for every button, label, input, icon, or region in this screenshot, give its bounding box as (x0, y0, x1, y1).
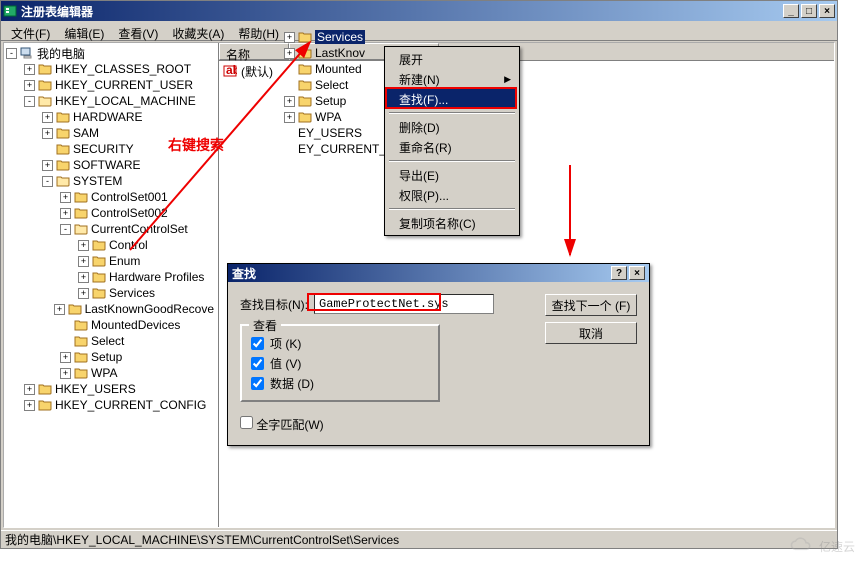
menu-file[interactable]: 文件(F) (5, 23, 56, 38)
titlebar: 注册表编辑器 _ □ × (1, 1, 837, 21)
tree-node-hardware-profiles[interactable]: +Hardware Profiles (4, 269, 218, 285)
ctx-sep (389, 160, 515, 162)
tree-node-hkey-users[interactable]: +HKEY_USERS (4, 381, 218, 397)
right-tree-6[interactable]: EY_USERS (284, 125, 390, 141)
find-next-button[interactable]: 查找下一个 (F) (545, 294, 637, 316)
tree-node-hkey-current-config[interactable]: +HKEY_CURRENT_CONFIG (4, 397, 218, 413)
ctx-[interactable]: 展开 (387, 49, 517, 69)
menu-favorites[interactable]: 收藏夹(A) (166, 23, 230, 38)
annotation-text: 右键搜索 (168, 135, 224, 155)
tree-node-wpa[interactable]: +WPA (4, 365, 218, 381)
right-tree-5[interactable]: +WPA (284, 109, 390, 125)
find-chk-match[interactable] (240, 416, 253, 429)
tree-node-hkey-local-machine[interactable]: -HKEY_LOCAL_MACHINE (4, 93, 218, 109)
right-tree-3[interactable]: Select (284, 77, 390, 93)
ctx-n[interactable]: 新建(N) (387, 69, 517, 89)
app-icon (3, 4, 17, 18)
tree-node-enum[interactable]: +Enum (4, 253, 218, 269)
tree-node-lastknowngoodrecove[interactable]: +LastKnownGoodRecove (4, 301, 218, 317)
find-chk-key[interactable] (251, 337, 264, 350)
find-chk-value[interactable] (251, 357, 264, 370)
tree-node-hkey-current-user[interactable]: +HKEY_CURRENT_USER (4, 77, 218, 93)
find-target-label: 查找目标(N): (240, 296, 308, 313)
ctx-c[interactable]: 复制项名称(C) (387, 213, 517, 233)
window-title: 注册表编辑器 (21, 3, 783, 20)
tree-node-control[interactable]: +Control (4, 237, 218, 253)
tree-node-setup[interactable]: +Setup (4, 349, 218, 365)
find-lookat-group: 查看 项 (K) 值 (V) 数据 (D) (240, 324, 440, 402)
tree-node-mounteddevices[interactable]: MountedDevices (4, 317, 218, 333)
string-value-icon: ab (223, 64, 237, 78)
tree-node-services[interactable]: +Services (4, 285, 218, 301)
find-opt-data[interactable]: 数据 (D) (251, 373, 429, 393)
statusbar: 我的电脑\HKEY_LOCAL_MACHINE\SYSTEM\CurrentCo… (1, 530, 837, 548)
find-chk-data[interactable] (251, 377, 264, 390)
menu-help[interactable]: 帮助(H) (232, 23, 285, 38)
maximize-button[interactable]: □ (801, 4, 817, 18)
minimize-button[interactable]: _ (783, 4, 799, 18)
find-titlebar: 查找 ? × (228, 264, 649, 282)
statusbar-text: 我的电脑\HKEY_LOCAL_MACHINE\SYSTEM\CurrentCo… (5, 531, 399, 548)
tree-node-hardware[interactable]: +HARDWARE (4, 109, 218, 125)
right-tree-0[interactable]: +Services (284, 29, 390, 45)
tree-node-currentcontrolset[interactable]: -CurrentControlSet (4, 221, 218, 237)
tree-pane[interactable]: -我的电脑+HKEY_CLASSES_ROOT+HKEY_CURRENT_USE… (4, 43, 219, 527)
ctx-p[interactable]: 权限(P)... (387, 185, 517, 205)
find-title: 查找 (232, 265, 611, 282)
tree-node-software[interactable]: +SOFTWARE (4, 157, 218, 173)
watermark-text: 亿速云 (819, 538, 855, 555)
find-cancel-button[interactable]: 取消 (545, 322, 637, 344)
context-menu: 展开新建(N)查找(F)... 删除(D)重命名(R) 导出(E)权限(P)... 复… (384, 46, 520, 236)
col-name[interactable]: 名称 (219, 43, 289, 60)
svg-text:ab: ab (226, 64, 237, 77)
menu-edit[interactable]: 编辑(E) (58, 23, 110, 38)
tree-node-hkey-classes-root[interactable]: +HKEY_CLASSES_ROOT (4, 61, 218, 77)
list-row-label: (默认) (241, 63, 273, 80)
tree-node-select[interactable]: Select (4, 333, 218, 349)
ctx-e[interactable]: 导出(E) (387, 165, 517, 185)
menubar: 文件(F) 编辑(E) 查看(V) 收藏夹(A) 帮助(H) (1, 21, 837, 41)
ctx-r[interactable]: 重命名(R) (387, 137, 517, 157)
ctx-f[interactable]: 查找(F)... (387, 89, 517, 109)
find-target-input[interactable] (314, 294, 494, 314)
ctx-sep (389, 208, 515, 210)
right-tree-4[interactable]: +Setup (284, 93, 390, 109)
cloud-icon (789, 537, 815, 555)
close-button[interactable]: × (819, 4, 835, 18)
right-tree-2[interactable]: Mounted (284, 61, 390, 77)
find-close-button[interactable]: × (629, 266, 645, 280)
tree-node-controlset001[interactable]: +ControlSet001 (4, 189, 218, 205)
watermark: 亿速云 (789, 537, 855, 555)
find-opt-key[interactable]: 项 (K) (251, 333, 429, 353)
tree-node-controlset002[interactable]: +ControlSet002 (4, 205, 218, 221)
find-group-legend: 查看 (249, 317, 281, 334)
tree-node-system[interactable]: -SYSTEM (4, 173, 218, 189)
ctx-d[interactable]: 删除(D) (387, 117, 517, 137)
right-tree-1[interactable]: +LastKnov (284, 45, 390, 61)
ctx-sep (389, 112, 515, 114)
find-opt-match[interactable]: 全字匹配(W) (240, 416, 324, 433)
find-dialog: 查找 ? × 查找目标(N): 查看 项 (K) 值 (V) 数据 (D) 全字… (227, 263, 650, 446)
tree-root[interactable]: -我的电脑 (4, 45, 218, 61)
right-tree-7[interactable]: EY_CURRENT_ (284, 141, 390, 157)
find-opt-value[interactable]: 值 (V) (251, 353, 429, 373)
find-help-button[interactable]: ? (611, 266, 627, 280)
menu-view[interactable]: 查看(V) (112, 23, 164, 38)
